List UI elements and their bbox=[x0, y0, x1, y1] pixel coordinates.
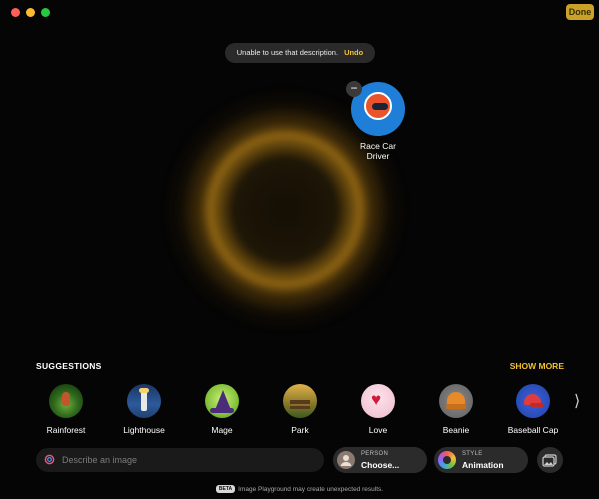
style-picker[interactable]: STYLE Animation bbox=[434, 447, 528, 473]
beanie-thumb bbox=[439, 384, 473, 418]
suggestion-love[interactable]: ♥ Love bbox=[348, 384, 408, 435]
describe-placeholder: Describe an image bbox=[62, 455, 138, 465]
baseball-cap-thumb bbox=[516, 384, 550, 418]
mage-hat-thumb bbox=[205, 384, 239, 418]
person-value: Choose... bbox=[361, 460, 400, 470]
person-caption: PERSON bbox=[361, 451, 389, 457]
lighthouse-thumb bbox=[127, 384, 161, 418]
concept-label: Race Car Driver bbox=[360, 141, 396, 161]
zoom-window-button[interactable] bbox=[41, 8, 50, 17]
disclaimer-text: Image Playground may create unexpected r… bbox=[238, 486, 384, 493]
close-window-button[interactable] bbox=[11, 8, 20, 17]
suggestion-lighthouse[interactable]: Lighthouse bbox=[114, 384, 174, 435]
suggestion-mage[interactable]: Mage bbox=[192, 384, 252, 435]
suggestion-beanie[interactable]: Beanie bbox=[426, 384, 486, 435]
photo-icon bbox=[542, 454, 557, 467]
heart-balloon-thumb: ♥ bbox=[361, 384, 395, 418]
toast-message: Unable to use that description. bbox=[236, 48, 339, 57]
suggestions-header: SUGGESTIONS bbox=[36, 361, 102, 371]
chevron-right-icon[interactable]: ⟩ bbox=[574, 391, 580, 411]
person-icon bbox=[337, 451, 355, 469]
undo-button[interactable]: Undo bbox=[344, 48, 363, 57]
error-toast: Unable to use that description. Undo bbox=[225, 43, 375, 63]
park-bench-thumb bbox=[283, 384, 317, 418]
show-more-button[interactable]: SHOW MORE bbox=[510, 361, 564, 371]
suggestion-baseball-cap[interactable]: Baseball Cap bbox=[503, 384, 563, 435]
beta-disclaimer: BETA Image Playground may create unexpect… bbox=[0, 485, 599, 493]
beta-badge: BETA bbox=[215, 485, 236, 493]
suggestion-rainforest[interactable]: Rainforest bbox=[36, 384, 96, 435]
suggestion-park[interactable]: Park bbox=[270, 384, 330, 435]
add-image-button[interactable] bbox=[537, 447, 563, 473]
sparkle-icon bbox=[44, 454, 55, 465]
window-controls bbox=[11, 8, 50, 17]
done-button[interactable]: Done bbox=[566, 4, 594, 20]
animation-style-icon bbox=[438, 451, 456, 469]
style-value: Animation bbox=[462, 460, 504, 470]
rainforest-thumb bbox=[49, 384, 83, 418]
style-caption: STYLE bbox=[462, 451, 483, 457]
remove-concept-button[interactable]: − bbox=[346, 81, 362, 97]
minimize-window-button[interactable] bbox=[26, 8, 35, 17]
describe-image-field[interactable]: Describe an image bbox=[36, 448, 324, 472]
person-picker[interactable]: PERSON Choose... bbox=[333, 447, 427, 473]
